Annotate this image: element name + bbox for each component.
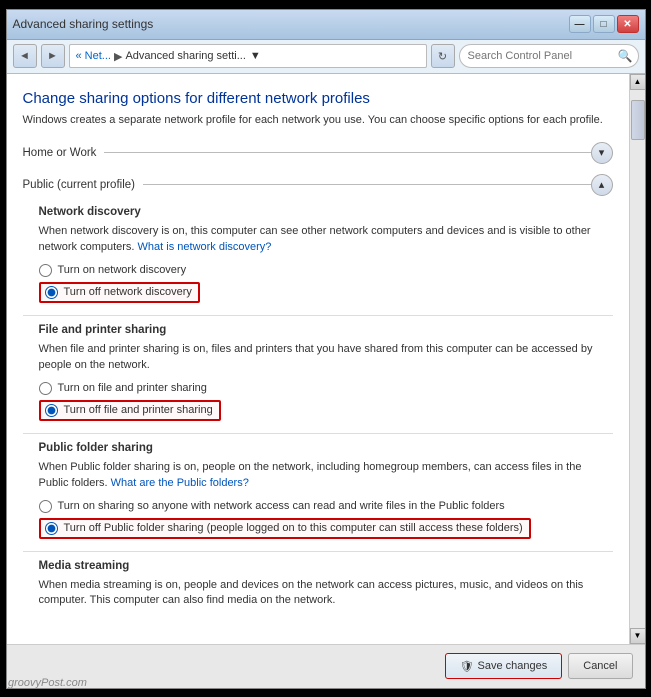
public-folder-off-label: Turn off Public folder sharing (people l… — [64, 522, 523, 534]
section-public-line — [143, 184, 591, 185]
section-home-header: Home or Work ▾ — [23, 142, 613, 164]
divider-1 — [23, 315, 613, 316]
breadcrumb-separator: ▶ — [114, 50, 122, 63]
public-folder-on-option[interactable]: Turn on sharing so anyone with network a… — [39, 500, 613, 513]
file-printer-off-label: Turn off file and printer sharing — [64, 404, 213, 416]
main-window: Advanced sharing settings — □ ✕ ◄ ► « Ne… — [6, 9, 646, 689]
cancel-button[interactable]: Cancel — [568, 653, 632, 679]
save-changes-button[interactable]: 🛡 Save changes — [445, 653, 563, 679]
public-folder-link[interactable]: What are the Public folders? — [111, 477, 249, 489]
network-discovery-off-option[interactable]: Turn off network discovery — [39, 282, 613, 303]
public-folder-off-radio[interactable] — [45, 522, 58, 535]
network-discovery-on-radio[interactable] — [39, 264, 52, 277]
network-discovery-off-radio[interactable] — [45, 286, 58, 299]
scrollbar[interactable]: ▲ ▼ — [629, 74, 645, 644]
forward-button[interactable]: ► — [41, 44, 65, 68]
file-printer-title: File and printer sharing — [39, 324, 613, 336]
save-icon: 🛡 — [460, 660, 474, 673]
section-public-label: Public (current profile) — [23, 179, 135, 191]
refresh-button[interactable]: ↻ — [431, 44, 455, 68]
scroll-up-button[interactable]: ▲ — [630, 74, 645, 90]
media-streaming-section: Media streaming When media streaming is … — [39, 560, 613, 610]
media-streaming-desc: When media streaming is on, people and d… — [39, 578, 613, 610]
network-discovery-off-highlighted: Turn off network discovery — [39, 282, 200, 303]
close-button[interactable]: ✕ — [617, 15, 639, 33]
file-printer-on-radio[interactable] — [39, 382, 52, 395]
public-folder-off-highlighted: Turn off Public folder sharing (people l… — [39, 518, 531, 539]
window-controls: — □ ✕ — [569, 15, 639, 33]
network-discovery-on-label: Turn on network discovery — [58, 264, 187, 276]
section-public-header: Public (current profile) ▴ — [23, 174, 613, 196]
breadcrumb-dropdown[interactable]: ▼ — [250, 50, 261, 62]
media-streaming-title: Media streaming — [39, 560, 613, 572]
section-public-toggle[interactable]: ▴ — [591, 174, 613, 196]
section-home-label: Home or Work — [23, 147, 97, 159]
breadcrumb[interactable]: « Net... ▶ Advanced sharing setti... ▼ — [69, 44, 427, 68]
network-discovery-on-option[interactable]: Turn on network discovery — [39, 264, 613, 277]
breadcrumb-current: Advanced sharing setti... — [125, 50, 245, 62]
public-folder-on-label: Turn on sharing so anyone with network a… — [58, 500, 505, 512]
section-home-toggle[interactable]: ▾ — [591, 142, 613, 164]
page-subtitle: Windows creates a separate network profi… — [23, 113, 613, 128]
public-folder-on-radio[interactable] — [39, 500, 52, 513]
public-folder-section: Public folder sharing When Public folder… — [39, 442, 613, 539]
file-printer-desc: When file and printer sharing is on, fil… — [39, 342, 613, 374]
file-printer-on-label: Turn on file and printer sharing — [58, 382, 207, 394]
content-area: Change sharing options for different net… — [7, 74, 645, 644]
section-home-line — [104, 152, 590, 153]
public-folder-desc: When Public folder sharing is on, people… — [39, 460, 613, 492]
minimize-button[interactable]: — — [569, 15, 591, 33]
window-title: Advanced sharing settings — [13, 17, 154, 31]
file-printer-off-option[interactable]: Turn off file and printer sharing — [39, 400, 613, 421]
public-folder-off-option[interactable]: Turn off Public folder sharing (people l… — [39, 518, 613, 539]
save-label: Save changes — [478, 660, 548, 672]
file-printer-off-highlighted: Turn off file and printer sharing — [39, 400, 221, 421]
address-bar: ◄ ► « Net... ▶ Advanced sharing setti...… — [7, 40, 645, 74]
divider-2 — [23, 433, 613, 434]
network-discovery-off-label: Turn off network discovery — [64, 286, 192, 298]
network-discovery-title: Network discovery — [39, 206, 613, 218]
network-discovery-desc: When network discovery is on, this compu… — [39, 224, 613, 256]
search-icon: 🔍 — [618, 49, 633, 63]
divider-3 — [23, 551, 613, 552]
file-printer-on-option[interactable]: Turn on file and printer sharing — [39, 382, 613, 395]
network-discovery-section: Network discovery When network discovery… — [39, 206, 613, 303]
network-discovery-link[interactable]: What is network discovery? — [138, 241, 272, 253]
page-title: Change sharing options for different net… — [23, 90, 613, 107]
breadcrumb-start: « Net... — [76, 50, 111, 62]
search-container: 🔍 — [459, 44, 639, 68]
search-input[interactable] — [459, 44, 639, 68]
maximize-button[interactable]: □ — [593, 15, 615, 33]
title-bar: Advanced sharing settings — □ ✕ — [7, 10, 645, 40]
file-printer-section: File and printer sharing When file and p… — [39, 324, 613, 421]
file-printer-off-radio[interactable] — [45, 404, 58, 417]
scroll-thumb[interactable] — [631, 100, 645, 140]
public-folder-title: Public folder sharing — [39, 442, 613, 454]
scroll-track[interactable] — [630, 90, 645, 628]
main-content: Change sharing options for different net… — [7, 74, 629, 644]
watermark: groovyPost.com — [8, 677, 87, 689]
scroll-down-button[interactable]: ▼ — [630, 628, 645, 644]
back-button[interactable]: ◄ — [13, 44, 37, 68]
bottom-bar: 🛡 Save changes Cancel — [7, 644, 645, 688]
